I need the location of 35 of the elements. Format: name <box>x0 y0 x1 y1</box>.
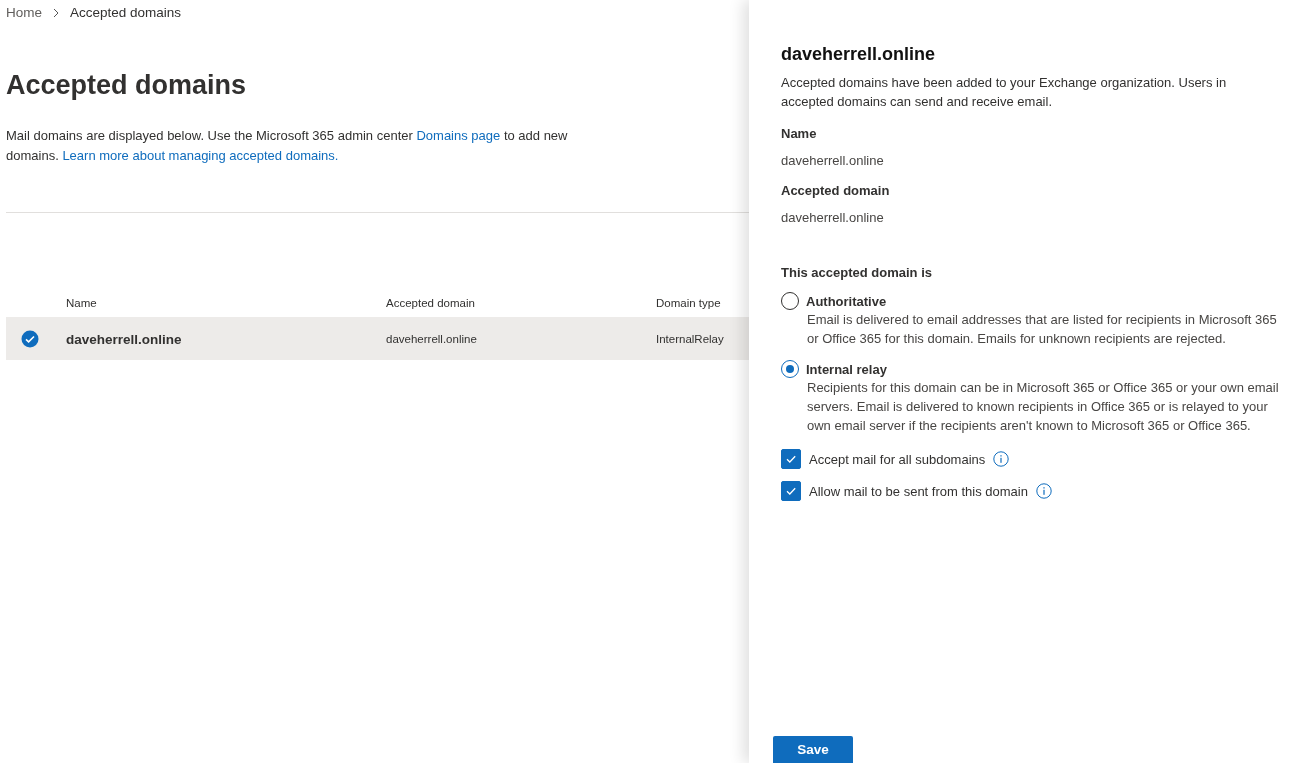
breadcrumb-item[interactable]: Home <box>6 5 42 20</box>
field-label: Accepted domain <box>781 183 891 198</box>
check-circle-icon[interactable] <box>21 330 39 348</box>
radio-group-label: This accepted domain is <box>781 265 933 280</box>
option-description: Recipients for this domain can be in Microsoft 365 or Office 365 or your own email servers. Email is delivered to known recipients in Office 365 or is relayed to your own email server if the recipients aren't known to Microsoft 365 or Office 365. <box>807 379 1280 435</box>
column-header[interactable]: Accepted domain <box>386 297 656 309</box>
field-value: daveherrell.online <box>781 210 885 225</box>
table-row[interactable]: daveherrell.online daveherrell.online InternalRelay <box>6 317 749 360</box>
radio-label[interactable]: Authoritative <box>806 293 887 309</box>
checkmark-icon <box>785 485 797 497</box>
checkbox-label[interactable]: Accept mail for all subdomains <box>809 451 986 467</box>
panel-title: daveherrell.online <box>781 44 937 65</box>
table-cell-text: daveherrell.online <box>66 331 183 347</box>
link[interactable]: Learn more about managing accepted domains. <box>62 148 339 163</box>
checkmark-icon <box>785 453 797 465</box>
info-icon[interactable] <box>993 451 1010 467</box>
save-button[interactable]: Save <box>773 736 853 763</box>
radio-label[interactable]: Internal relay <box>806 361 887 377</box>
link[interactable]: Domains page <box>416 128 501 143</box>
checkbox[interactable] <box>781 449 801 469</box>
field-label: Name <box>781 126 818 141</box>
info-icon[interactable] <box>1035 483 1052 499</box>
checkbox-label[interactable]: Allow mail to be sent from this domain <box>809 483 1028 499</box>
column-header[interactable]: Name <box>66 297 386 309</box>
page-title: Accepted domains <box>6 70 248 101</box>
panel-intro: Accepted domains have been added to your Exchange organization. Users in accepted domains can send and receive email. <box>781 74 1228 111</box>
field-value: daveherrell.online <box>781 153 885 168</box>
option-description: Email is delivered to email addresses that are listed for recipients in Microsoft 365 or Office 365 for this domain. Emails for unknown recipients are rejected. <box>807 311 1278 348</box>
breadcrumb-item: Accepted domains <box>70 5 182 20</box>
chevron-icon <box>52 7 60 18</box>
table-cell-text: InternalRelay <box>656 333 725 345</box>
checkbox[interactable] <box>781 481 801 501</box>
table-cell-text: daveherrell.online <box>386 333 478 345</box>
description-text: Mail domains are displayed below. Use the Microsoft 365 admin center Domains page to add new domains. Learn more about managing accepted domains. <box>6 127 569 165</box>
column-header[interactable]: Domain type <box>656 297 749 309</box>
